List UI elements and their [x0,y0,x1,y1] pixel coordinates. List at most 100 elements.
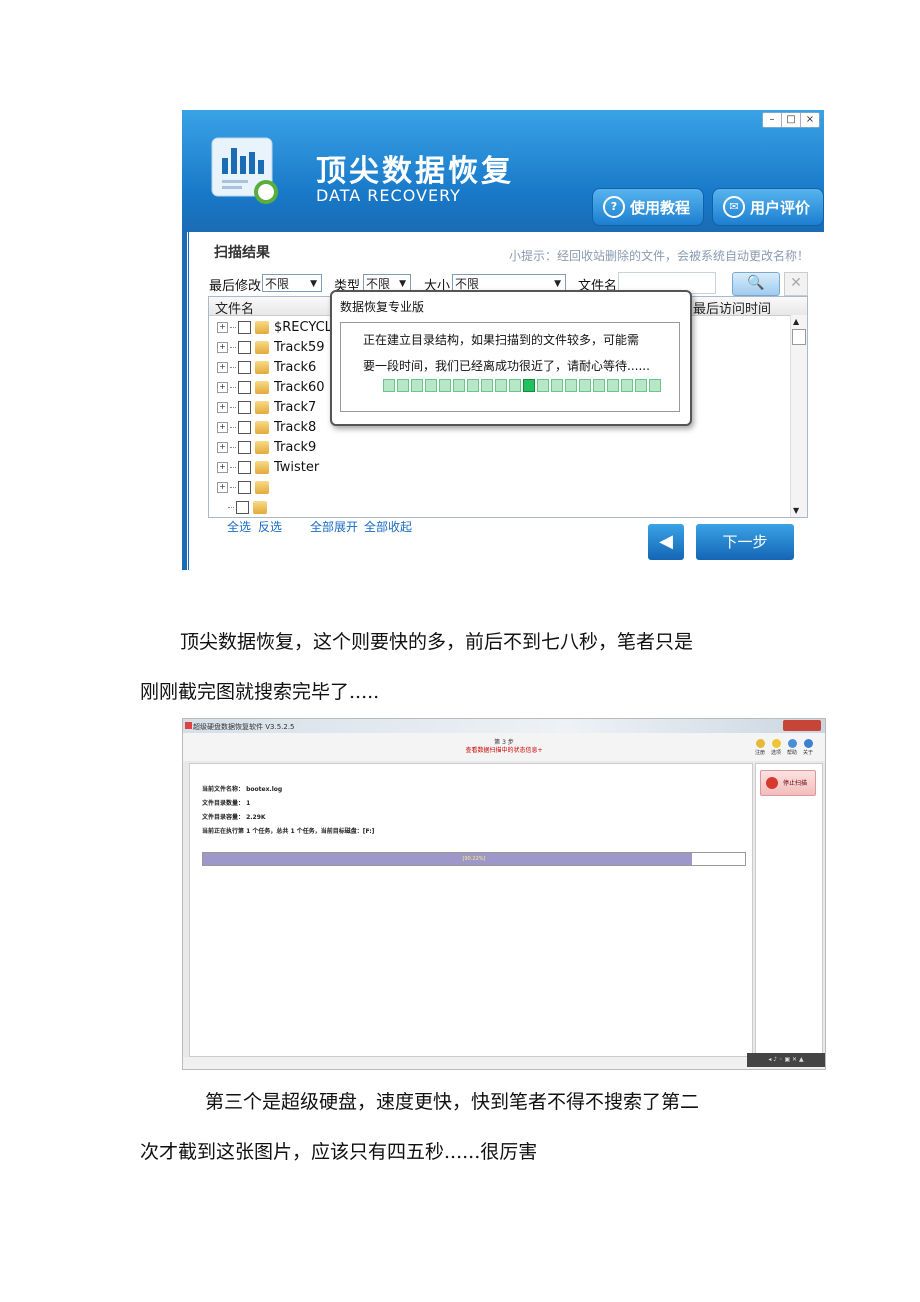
stop-scan-button[interactable]: 停止扫描 [760,770,816,796]
progress-block [453,379,465,392]
register-button[interactable]: 注册 [753,739,767,756]
chevron-down-icon: ▼ [310,279,317,289]
collapse-all-link[interactable]: 全部收起 [364,518,412,535]
col-last-access[interactable]: 最后访问时间 [693,298,771,317]
table-row[interactable]: + Track9 [217,437,316,457]
row-checkbox[interactable] [236,500,249,514]
app-icon [185,722,192,729]
col-filename[interactable]: 文件名 [215,298,254,317]
table-row[interactable]: + Track6 [217,357,316,377]
about-label: 关于 [802,750,813,756]
expand-icon[interactable]: + [217,321,228,333]
expand-icon[interactable]: + [217,401,228,413]
modified-label: 最后修改 [209,279,262,294]
table-row[interactable]: + Track8 [217,417,316,437]
progress-dialog: 数据恢复专业版 正在建立目录结构，如果扫描到的文件较多，可能需 要一段时间，我们… [330,290,692,426]
table-row[interactable]: + Track7 [217,397,316,417]
section-title: 扫描结果 [214,245,270,261]
expand-icon[interactable]: + [217,361,228,373]
current-file-text: 当前文件名称： bootex.log [202,786,283,793]
folder-icon [255,400,269,414]
user-review-button[interactable]: ✉ 用户评价 [712,188,824,226]
next-button[interactable]: 下一步 [696,524,794,560]
scroll-up-icon[interactable]: ▲ [793,317,799,326]
progress-block [621,379,633,392]
progress-block [397,379,409,392]
expand-all-link[interactable]: 全部展开 [310,518,358,535]
dialog-message-line1: 正在建立目录结构，如果扫描到的文件较多，可能需 [363,333,640,347]
options-button[interactable]: 选项 [769,739,783,756]
row-checkbox[interactable] [238,420,251,434]
tip-text: 小提示：经回收站删除的文件，会被系统自动更改名称！ [509,249,810,263]
table-row[interactable]: + Track60 [217,377,325,397]
invert-selection-link[interactable]: 反选 [258,518,282,535]
about-button[interactable]: 关于 [801,739,815,756]
scan-progress-percent: [90.22%] [462,856,486,862]
modified-select[interactable]: 不限 ▼ [262,274,322,292]
expand-icon[interactable]: + [217,441,228,453]
task-text: 当前正在执行第 1 个任务，总共 1 个任务，当前目标磁盘：[F:] [202,828,375,835]
scroll-down-icon[interactable]: ▼ [793,506,799,515]
folder-icon [255,460,269,474]
row-checkbox[interactable] [238,380,251,394]
clear-button[interactable]: ✕ [784,272,808,296]
table-row[interactable] [217,497,272,517]
progress-block [425,379,437,392]
window-close-button[interactable] [783,720,821,731]
folder-icon [255,420,269,434]
row-checkbox[interactable] [238,480,251,494]
maximize-button[interactable]: □ [781,113,800,127]
table-row[interactable]: + Track59 [217,337,325,357]
vertical-scrollbar[interactable]: ▲ ▼ [790,315,807,517]
scroll-thumb[interactable] [792,329,806,345]
search-icon: 🔍 [747,275,765,291]
progress-block [551,379,563,392]
close-button[interactable]: × [800,113,819,127]
table-row[interactable]: + $RECYCLE. [217,317,344,337]
key-icon [755,739,765,748]
row-name: Track7 [274,399,317,415]
expand-icon[interactable]: + [217,481,228,493]
smiley-icon [771,739,781,748]
status-panel: 当前文件名称： bootex.log 文件目录数量： 1 文件目录容量： 2.2… [189,763,753,1057]
search-button[interactable]: 🔍 [732,272,780,296]
size-select-value: 不限 [455,277,480,291]
data-recovery-logo-icon [211,137,278,204]
row-checkbox[interactable] [238,440,251,454]
row-checkbox[interactable] [238,400,251,414]
stop-icon [766,777,778,789]
progress-block [593,379,605,392]
info-icon [803,739,813,748]
row-checkbox[interactable] [238,460,251,474]
help-label: 帮助 [786,750,797,756]
dialog-body: 正在建立目录结构，如果扫描到的文件较多，可能需 要一段时间，我们已经离成功很近了… [340,322,680,412]
row-checkbox[interactable] [238,340,251,354]
expand-icon[interactable]: + [217,421,228,433]
tutorial-button[interactable]: ? 使用教程 [592,188,704,226]
minimize-button[interactable]: – [763,113,781,127]
expand-icon[interactable]: + [217,461,228,473]
status-bar [183,1057,825,1069]
row-checkbox[interactable] [238,320,251,334]
table-row[interactable]: + [217,477,274,497]
folder-icon [255,340,269,354]
table-row[interactable]: + Twister [217,457,319,477]
select-all-link[interactable]: 全选 [227,518,251,535]
row-name: Track9 [274,439,317,455]
progress-block [537,379,549,392]
row-checkbox[interactable] [238,360,251,374]
folder-icon [253,500,267,514]
progress-block [607,379,619,392]
expand-icon[interactable]: + [217,341,228,353]
paragraph1-line1: 顶尖数据恢复，这个则要快的多，前后不到七八秒，笔者只是 [180,631,694,653]
side-panel: 停止扫描 [755,763,823,1057]
folder-icon [255,320,269,334]
folder-icon [255,440,269,454]
help-button[interactable]: 帮助 [785,739,799,756]
expand-icon[interactable]: + [217,381,228,393]
progress-block [649,379,661,392]
progress-block [523,379,535,392]
app-title: 顶尖数据恢复 [316,154,514,189]
previous-button[interactable]: ◀ [648,524,684,560]
window-titlebar: 超级硬盘数据恢复软件 V3.5.2.5 [183,719,825,733]
